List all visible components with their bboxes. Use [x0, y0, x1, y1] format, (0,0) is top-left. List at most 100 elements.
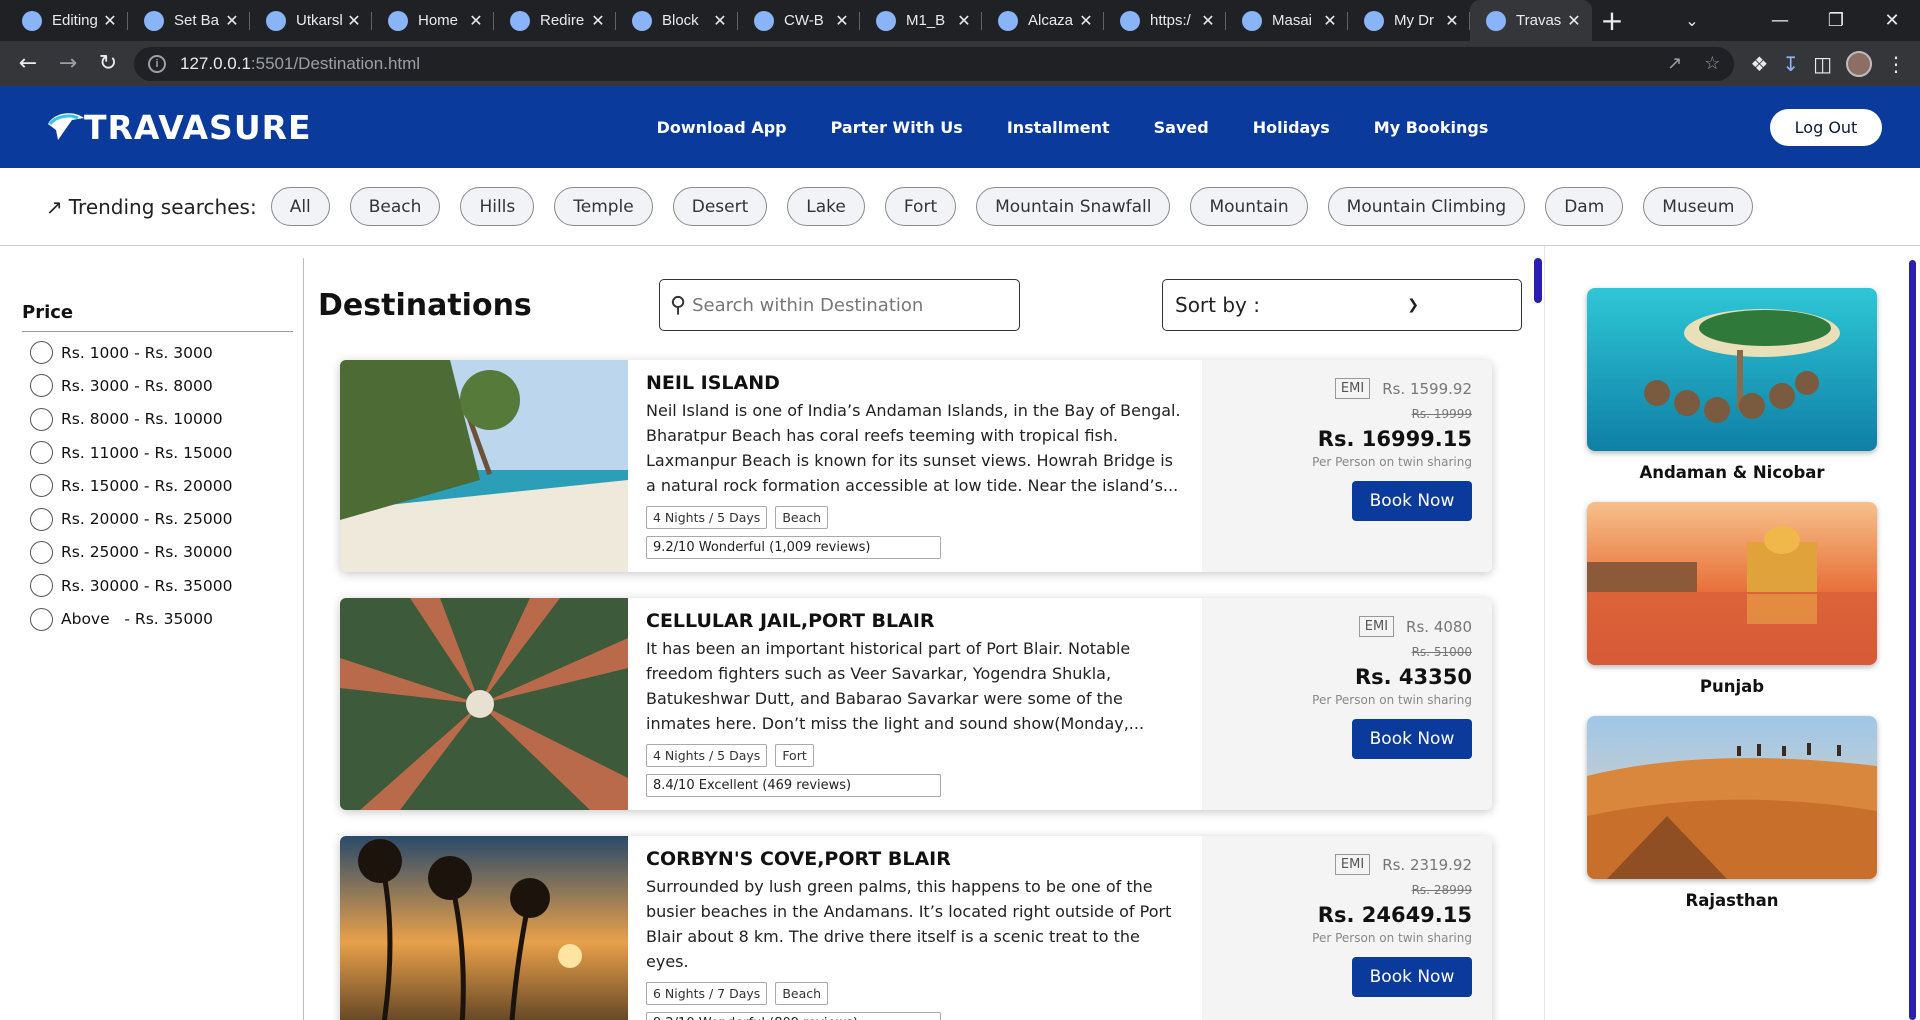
new-tab-button[interactable]: + [1592, 0, 1632, 41]
browser-tab[interactable]: Set Ba ✕ [128, 0, 250, 41]
browser-tab[interactable]: https:/ ✕ [1104, 0, 1226, 41]
radio-button[interactable] [30, 374, 53, 398]
minimize-icon[interactable]: — [1752, 0, 1808, 41]
sidebar-icon[interactable]: ◫ [1813, 52, 1832, 76]
price-range-option[interactable]: Rs. 20000 - Rs. 25000 [22, 502, 293, 535]
browser-tab[interactable]: Masai ✕ [1226, 0, 1348, 41]
close-tab-icon[interactable]: ✕ [1444, 11, 1460, 30]
nav-installment[interactable]: Installment [1007, 118, 1110, 137]
browser-tab[interactable]: My Dr ✕ [1348, 0, 1470, 41]
trending-chip[interactable]: Fort [884, 187, 957, 226]
emi-badge: EMI [1334, 378, 1371, 399]
radio-button[interactable] [30, 441, 53, 465]
back-icon[interactable]: ← [8, 44, 48, 84]
site-info-icon[interactable]: i [148, 54, 166, 73]
brand-logo[interactable]: TRAVASURE [44, 106, 312, 148]
reload-icon[interactable]: ↻ [88, 44, 128, 84]
card-title[interactable]: CORBYN'S COVE,PORT BLAIR [646, 848, 1186, 870]
trending-chip[interactable]: Mountain Snawfall [976, 187, 1171, 226]
browser-tab[interactable]: CW-B ✕ [738, 0, 860, 41]
trending-chip[interactable]: All [270, 187, 330, 226]
close-tab-icon[interactable]: ✕ [956, 11, 972, 30]
close-window-icon[interactable]: ✕ [1864, 0, 1920, 41]
destination-rajasthan[interactable]: Rajasthan [1587, 716, 1877, 910]
browser-tab[interactable]: Utkarsh✕ [250, 0, 372, 41]
close-tab-icon[interactable]: ✕ [224, 11, 240, 30]
browser-tab[interactable]: Home ✕ [372, 0, 494, 41]
sort-dropdown[interactable]: Sort by : ❯ [1162, 279, 1522, 331]
close-tab-icon[interactable]: ✕ [468, 11, 484, 30]
close-tab-icon[interactable]: ✕ [102, 11, 118, 30]
trending-label: ↗ Trending searches: [46, 195, 257, 219]
radio-button[interactable] [30, 574, 53, 598]
close-tab-icon[interactable]: ✕ [1322, 11, 1338, 30]
card-title[interactable]: CELLULAR JAIL,PORT BLAIR [646, 610, 1186, 632]
restore-icon[interactable]: ❐ [1808, 0, 1864, 41]
radio-button[interactable] [30, 540, 53, 564]
extensions-icon[interactable]: ❖ [1750, 52, 1768, 76]
price-range-option[interactable]: Rs. 30000 - Rs. 35000 [22, 569, 293, 602]
close-tab-icon[interactable]: ✕ [1200, 11, 1216, 30]
price-range-option[interactable]: Rs. 3000 - Rs. 8000 [22, 369, 293, 402]
nav-saved[interactable]: Saved [1154, 118, 1209, 137]
trending-chip[interactable]: Temple [554, 187, 653, 226]
browser-tab[interactable]: Block ✕ [616, 0, 738, 41]
radio-button[interactable] [30, 474, 53, 498]
trending-chip[interactable]: Beach [349, 187, 441, 226]
card-image[interactable] [340, 836, 628, 1020]
trending-chip[interactable]: Desert [672, 187, 768, 226]
destination-punjab[interactable]: Punjab [1587, 502, 1877, 696]
browser-tab[interactable]: M1_B ✕ [860, 0, 982, 41]
trending-chip[interactable]: Lake [787, 187, 865, 226]
price-range-option[interactable]: Above - Rs. 35000 [22, 602, 293, 635]
book-now-button[interactable]: Book Now [1352, 481, 1472, 521]
download-icon[interactable]: ↧ [1782, 52, 1799, 76]
radio-button[interactable] [30, 341, 53, 365]
price-range-option[interactable]: Rs. 25000 - Rs. 30000 [22, 536, 293, 569]
browser-tab[interactable]: Redire ✕ [494, 0, 616, 41]
card-title[interactable]: NEIL ISLAND [646, 372, 1186, 394]
book-now-button[interactable]: Book Now [1352, 719, 1472, 759]
search-input[interactable] [692, 294, 1009, 316]
share-icon[interactable]: ↗ [1667, 53, 1682, 74]
nav-my-bookings[interactable]: My Bookings [1374, 118, 1489, 137]
browser-tab[interactable]: Alcaza ✕ [982, 0, 1104, 41]
card-image[interactable] [340, 598, 628, 810]
trending-chip[interactable]: Mountain [1190, 187, 1308, 226]
trending-chip[interactable]: Museum [1643, 187, 1754, 226]
browser-tab[interactable]: Travas ✕ [1470, 0, 1592, 41]
price-range-option[interactable]: Rs. 15000 - Rs. 20000 [22, 469, 293, 502]
list-scrollbar[interactable] [1534, 258, 1542, 303]
radio-button[interactable] [30, 407, 53, 431]
radio-button[interactable] [30, 607, 53, 631]
aside-scrollbar[interactable] [1909, 260, 1916, 1020]
close-tab-icon[interactable]: ✕ [346, 11, 362, 30]
forward-icon[interactable]: → [48, 44, 88, 84]
nav-partner-with-us[interactable]: Parter With Us [831, 118, 963, 137]
destination-andaman[interactable]: Andaman & Nicobar [1587, 288, 1877, 482]
bookmark-star-icon[interactable]: ☆ [1704, 53, 1720, 74]
trending-chip[interactable]: Dam [1545, 187, 1624, 226]
close-tab-icon[interactable]: ✕ [1078, 11, 1094, 30]
menu-kebab-icon[interactable]: ⋮ [1886, 52, 1906, 76]
card-image[interactable] [340, 360, 628, 572]
address-bar[interactable]: i 127.0.0.1:5501/Destination.html ↗ ☆ [134, 46, 1735, 81]
logout-button[interactable]: Log Out [1770, 108, 1882, 146]
close-tab-icon[interactable]: ✕ [712, 11, 728, 30]
browser-tab[interactable]: Editing ✕ [6, 0, 128, 41]
close-tab-icon[interactable]: ✕ [1566, 11, 1582, 30]
nav-download-app[interactable]: Download App [657, 118, 787, 137]
close-tab-icon[interactable]: ✕ [834, 11, 850, 30]
nav-holidays[interactable]: Holidays [1253, 118, 1330, 137]
profile-avatar[interactable] [1846, 50, 1872, 77]
book-now-button[interactable]: Book Now [1352, 957, 1472, 997]
tab-search-icon[interactable]: ⌄ [1662, 0, 1722, 41]
trending-chip[interactable]: Mountain Climbing [1327, 187, 1526, 226]
radio-button[interactable] [30, 507, 53, 531]
price-range-option[interactable]: Rs. 8000 - Rs. 10000 [22, 403, 293, 436]
sort-label: Sort by : [1175, 293, 1260, 317]
close-tab-icon[interactable]: ✕ [590, 11, 606, 30]
price-range-option[interactable]: Rs. 1000 - Rs. 3000 [22, 336, 293, 369]
trending-chip[interactable]: Hills [460, 187, 535, 226]
price-range-option[interactable]: Rs. 11000 - Rs. 15000 [22, 436, 293, 469]
